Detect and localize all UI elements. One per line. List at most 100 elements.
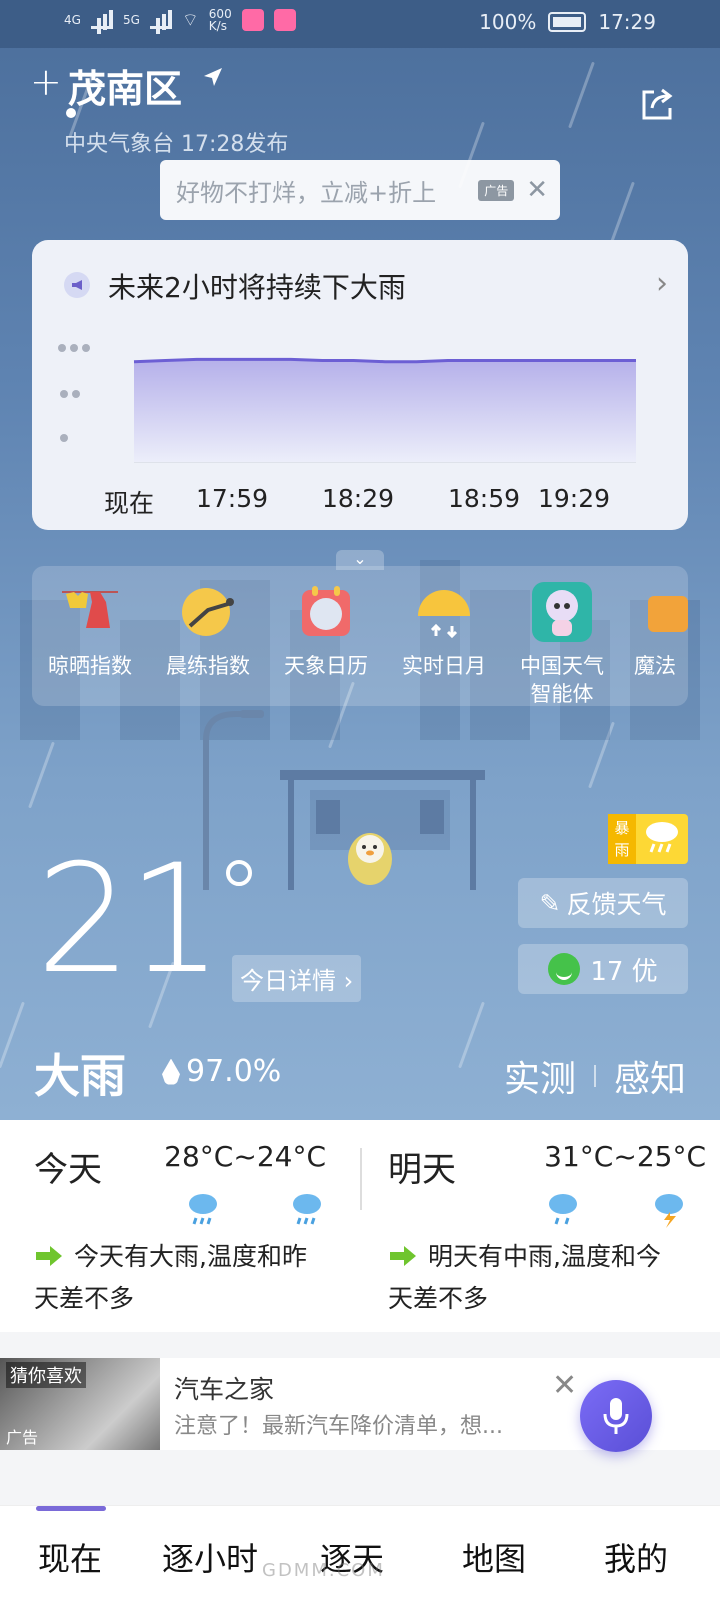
forecast-description: 明天有中雨,温度和今天差不多 — [388, 1242, 661, 1313]
app-notification-icon-2 — [273, 9, 296, 31]
share-icon[interactable] — [638, 86, 676, 124]
observation-switch: 实测 感知 — [504, 1050, 686, 1102]
ad-thumb-label: 猜你喜欢 — [6, 1362, 86, 1388]
tools-bar: 晾晒指数 晨练指数 天象日历 实时日月 中国天气 智能体 魔法 — [32, 566, 688, 706]
clothes-drying-icon — [62, 591, 118, 628]
forecast-today[interactable]: 今天 28°C~24°C 今天有大雨,温度和昨天差不多 — [0, 1120, 340, 1332]
nav-now[interactable]: 现在 — [38, 1534, 102, 1580]
bottom-nav: 现在 逐小时 逐天 地图 我的 — [0, 1505, 720, 1600]
heavy-rain-icon — [189, 1194, 217, 1225]
status-time: 17:29 — [598, 10, 656, 34]
forecast-tomorrow[interactable]: 明天 31°C~25°C 明天有中雨,温度和今天差不多 — [360, 1120, 706, 1332]
rain-time-label: 18:59 — [448, 484, 521, 513]
observed-tab[interactable]: 实测 — [504, 1050, 576, 1102]
tool-magic[interactable]: 魔法 — [624, 582, 688, 680]
tool-label: 晨练指数 — [166, 654, 250, 678]
ad-close-icon[interactable]: ✕ — [552, 1368, 577, 1403]
voice-assistant-button[interactable] — [580, 1380, 652, 1452]
publish-info: 中央气象台 17:28发布 — [64, 132, 289, 157]
ad-tag: 广告 — [478, 179, 515, 201]
thunderstorm-icon — [655, 1194, 683, 1228]
rain-forecast-title: 未来2小时将持续下大雨 — [108, 271, 406, 304]
rain-time-label: 19:29 — [538, 484, 611, 513]
ad-title: 汽车之家 — [174, 1375, 275, 1404]
current-temperature: 21 — [36, 833, 223, 1007]
ad-description: 注意了！最新汽车降价清单，想... — [174, 1414, 503, 1439]
sun-moon-icon — [418, 590, 470, 639]
rain-time-label: 现在 — [104, 489, 155, 518]
add-city-button[interactable]: + — [30, 60, 62, 104]
watermark: GDMM.COM — [262, 1560, 385, 1581]
battery-icon — [548, 12, 587, 32]
morning-exercise-icon — [182, 588, 234, 636]
today-detail-button[interactable]: 今日详情 › — [232, 955, 362, 1002]
nav-map[interactable]: 地图 — [462, 1534, 526, 1580]
water-drop-icon — [162, 1058, 180, 1085]
ad-close-icon[interactable]: ✕ — [526, 175, 548, 205]
rain-time-label: 18:29 — [322, 484, 395, 513]
rain-intensity-chart — [58, 344, 636, 463]
pencil-icon: ✎ — [539, 888, 561, 918]
network-label: 4G — [64, 13, 81, 27]
microphone-icon — [603, 1398, 629, 1434]
feedback-label: 反馈天气 — [566, 890, 667, 919]
network-label-2: 5G — [122, 13, 140, 27]
ad-thumbnail: 猜你喜欢 广告 — [0, 1358, 160, 1450]
signal-icon — [90, 10, 113, 29]
heavy-rain-icon — [293, 1194, 321, 1225]
perceived-tab[interactable]: 感知 — [614, 1050, 686, 1102]
nav-mine[interactable]: 我的 — [604, 1534, 668, 1580]
weather-condition: 大雨 — [34, 1049, 126, 1103]
tool-morning-exercise[interactable]: 晨练指数 — [148, 582, 268, 680]
rain-cloud-icon — [646, 822, 678, 853]
weather-agent-icon — [532, 582, 592, 642]
rain-area — [134, 359, 636, 462]
forecast-temp-range: 28°C~24°C — [164, 1140, 326, 1173]
astronomy-calendar-icon — [302, 586, 350, 636]
rainstorm-warning-badge[interactable]: 暴 雨 — [608, 814, 688, 864]
tool-sun-moon[interactable]: 实时日月 — [384, 582, 504, 680]
aqi-value: 17 优 — [590, 956, 658, 987]
forecast-description: 今天有大雨,温度和昨天差不多 — [34, 1242, 307, 1313]
tool-label: 天象日历 — [284, 654, 368, 678]
smile-face-icon — [548, 953, 581, 985]
tool-clothes-drying[interactable]: 晾晒指数 — [32, 582, 150, 680]
separator — [593, 1065, 596, 1087]
ad-banner-text: 好物不打烊，立减+折上 — [176, 178, 437, 207]
rain-level-light-icon — [60, 434, 68, 442]
tool-label: 中国天气 智能体 — [520, 654, 604, 706]
ad-banner[interactable]: 好物不打烊，立减+折上 广告 ✕ — [160, 160, 560, 220]
warning-label-top: 暴 — [614, 819, 630, 837]
tool-label: 魔法 — [634, 654, 676, 678]
rain-forecast-card[interactable]: 未来2小时将持续下大雨 › 现在 17:59 18:29 18:59 19:29 — [32, 240, 688, 530]
chevron-right-icon[interactable]: › — [656, 266, 668, 301]
rain-level-heavy-icon — [58, 344, 66, 352]
forecast-temp-range: 31°C~25°C — [544, 1140, 706, 1173]
wifi-icon: ⌔ — [181, 9, 199, 31]
tool-astronomy-calendar[interactable]: 天象日历 — [266, 582, 386, 680]
location-arrow-icon — [204, 68, 222, 86]
speaker-icon[interactable] — [64, 272, 90, 298]
forecast-panel: 今天 28°C~24°C 今天有大雨,温度和昨天差不多 明天 31°C~25°C — [0, 1120, 720, 1332]
tool-weather-agent[interactable]: 中国天气 智能体 — [502, 582, 622, 706]
forecast-day-label: 今天 — [34, 1150, 102, 1190]
rain-level-moderate-icon — [60, 390, 68, 398]
nav-hourly[interactable]: 逐小时 — [162, 1534, 258, 1580]
rain-icon — [549, 1194, 577, 1225]
status-bar: 4G 5G ⌔ 600 K/s 100% 17:29 — [0, 0, 720, 48]
humidity-value: 97.0% — [186, 1054, 282, 1089]
speed-unit: K/s — [208, 19, 227, 33]
forecast-day-label: 明天 — [388, 1150, 456, 1190]
location-name[interactable]: 茂南区 — [68, 58, 182, 113]
aqi-button[interactable]: 17 优 — [518, 944, 688, 994]
rain-time-label: 17:59 — [196, 484, 269, 513]
page-indicator-dot — [66, 108, 76, 118]
nav-active-indicator — [36, 1506, 106, 1511]
battery-percent: 100% — [479, 10, 537, 34]
degree-symbol — [226, 860, 252, 886]
tool-label: 实时日月 — [402, 654, 486, 678]
app-notification-icon — [241, 9, 264, 31]
feedback-weather-button[interactable]: ✎ 反馈天气 — [518, 878, 688, 928]
tool-label: 晾晒指数 — [48, 654, 132, 678]
humidity: 97.0% — [162, 1054, 281, 1089]
